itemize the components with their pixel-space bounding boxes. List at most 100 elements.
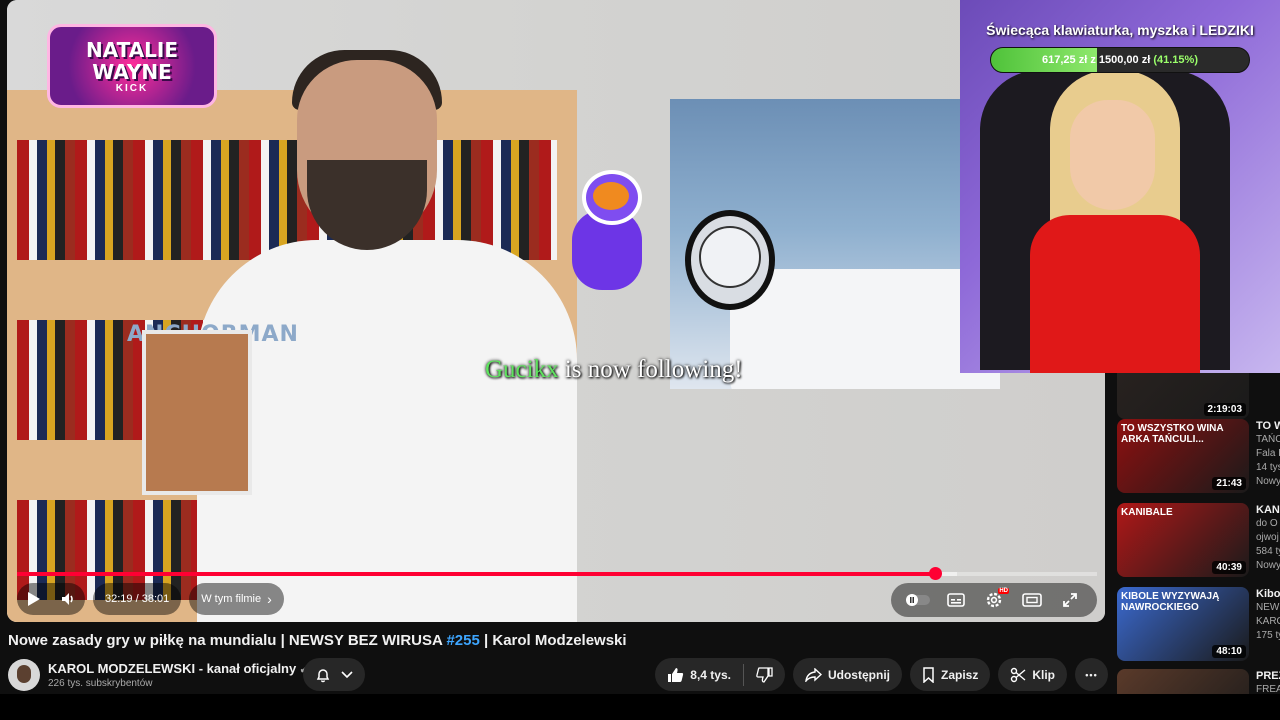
share-icon bbox=[805, 667, 822, 682]
recommended-meta: Kibol NEW KARO 175 ty bbox=[1256, 587, 1280, 643]
play-volume-group bbox=[17, 583, 85, 615]
notifications-button[interactable] bbox=[303, 658, 365, 691]
recommended-meta-line2: NEW bbox=[1256, 602, 1280, 613]
recommended-video[interactable]: MASZ MINU2:19:03Kana419 ty bbox=[1117, 373, 1280, 421]
shirt-print-image bbox=[142, 330, 252, 495]
bookmark-icon bbox=[923, 666, 934, 683]
goal-target: 1500,00 zł bbox=[1098, 54, 1151, 66]
webcam-streamer-face bbox=[1070, 100, 1155, 210]
subtitles-icon bbox=[947, 593, 965, 607]
autoplay-toggle-icon bbox=[906, 594, 930, 606]
time-total: 38:01 bbox=[141, 593, 170, 605]
presenter-shirt bbox=[197, 240, 577, 622]
clip-label: Klip bbox=[1032, 667, 1055, 682]
more-actions-button[interactable]: ••• bbox=[1075, 658, 1108, 691]
follow-alert: Gucikx is now following! bbox=[485, 356, 743, 384]
recommended-meta-line4: 584 ty bbox=[1256, 546, 1280, 557]
channel-row: KAROL MODZELEWSKI - kanał oficjalny ✔ 22… bbox=[8, 658, 1108, 692]
recommended-meta-title: PREZ bbox=[1256, 670, 1280, 682]
recommended-video[interactable]: TO WSZYSTKO WINA ARKA TAŃCULI... 21:43 TO … bbox=[1117, 419, 1280, 495]
recommended-meta: KANI do O ojwoj 584 ty Nowy bbox=[1256, 503, 1280, 573]
like-button[interactable]: 8,4 tys. bbox=[655, 658, 743, 691]
recommended-meta-title: Kibol bbox=[1256, 588, 1280, 600]
donation-goal-text: 617,25 zł z 1500,00 zł (41.15%) bbox=[991, 48, 1249, 72]
video-duration: 48:10 bbox=[1212, 645, 1246, 658]
channel-name: KAROL MODZELEWSKI - kanał oficjalny bbox=[48, 661, 297, 676]
presenter-beard bbox=[307, 160, 427, 250]
recommended-video[interactable]: KANIBALE 40:39 KANI do O ojwoj 584 ty Nowy bbox=[1117, 503, 1280, 579]
settings-button[interactable]: HD bbox=[977, 585, 1011, 615]
follow-alert-user: Gucikx bbox=[485, 356, 559, 383]
volume-button[interactable] bbox=[51, 584, 85, 614]
theater-mode-button[interactable] bbox=[1015, 585, 1049, 615]
autoplay-toggle[interactable] bbox=[901, 585, 935, 615]
recommended-meta-line4: 175 ty bbox=[1256, 630, 1280, 641]
recommended-meta-line3: KARO bbox=[1256, 616, 1280, 627]
recommended-meta: PREZFREA bbox=[1256, 669, 1280, 697]
recommendations-sidebar: MASZ MINU2:19:03Kana419 tyTO WSZYSTKO WI… bbox=[1117, 373, 1280, 720]
donation-goal-title: Świecąca klawiaturka, myszka i LEDZIKI bbox=[986, 22, 1254, 38]
recommended-thumbnail[interactable]: MASZ MINU2:19:03 bbox=[1117, 373, 1249, 419]
dislike-button[interactable] bbox=[744, 658, 785, 691]
video-title-suffix: | Karol Modzelewski bbox=[479, 632, 627, 649]
save-button[interactable]: Zapisz bbox=[909, 658, 991, 691]
play-icon bbox=[28, 592, 40, 606]
thumbs-down-icon bbox=[756, 666, 773, 683]
follow-alert-text: is now following! bbox=[558, 356, 743, 383]
goal-of: z bbox=[1087, 54, 1099, 66]
stream-logo-line2: WAYNE bbox=[92, 60, 172, 84]
progress-scrubber[interactable] bbox=[929, 567, 942, 580]
subtitles-button[interactable] bbox=[939, 585, 973, 615]
volume-icon bbox=[62, 593, 73, 605]
time-separator: / bbox=[132, 593, 142, 605]
thumbnail-caption: TO WSZYSTKO WINA ARKA TAŃCULI... bbox=[1121, 423, 1224, 445]
stream-logo-line1: NATALIE bbox=[85, 38, 179, 62]
recommended-thumbnail[interactable]: TO WSZYSTKO WINA ARKA TAŃCULI... 21:43 bbox=[1117, 419, 1249, 493]
thumbnail-caption: KANIBALE bbox=[1121, 507, 1173, 518]
recommended-thumbnail[interactable]: KIBOLE WYZYWAJĄ NAWROCKIEGO 48:10 bbox=[1117, 587, 1249, 661]
bell-icon bbox=[316, 668, 330, 682]
save-label: Zapisz bbox=[940, 667, 979, 682]
player-controls-right: HD bbox=[891, 583, 1097, 617]
recommended-meta-line5: Nowy bbox=[1256, 476, 1280, 487]
thumbs-up-icon bbox=[668, 667, 684, 682]
recommended-meta: TO W TAŃC Fala H 14 tys Nowy bbox=[1256, 419, 1280, 489]
donation-goal-bar: 617,25 zł z 1500,00 zł (41.15%) bbox=[990, 47, 1250, 73]
astronaut-sticker-icon bbox=[547, 170, 677, 330]
video-player[interactable]: ANCHORMAN Gucikx is now following! NATAL… bbox=[7, 0, 1105, 622]
time-current: 32:19 bbox=[105, 593, 133, 605]
stream-logo: NATALIE WAYNE KICK bbox=[47, 24, 217, 108]
webcam-streamer-dress bbox=[1030, 215, 1200, 373]
video-duration: 40:39 bbox=[1212, 561, 1246, 574]
recommended-meta-title: KANI bbox=[1256, 504, 1280, 516]
channel-name-link[interactable]: KAROL MODZELEWSKI - kanał oficjalny ✔ bbox=[48, 661, 308, 676]
like-dislike-group: 8,4 tys. bbox=[655, 658, 785, 691]
goal-current: 617,25 zł bbox=[1042, 54, 1088, 66]
recommended-meta-title: TO W bbox=[1256, 420, 1280, 432]
stream-logo-line3: KICK bbox=[115, 83, 149, 94]
channel-avatar[interactable] bbox=[8, 659, 40, 691]
bottom-edge bbox=[0, 694, 1280, 720]
player-controls-left: 32:19 / 38:01 W tym filmie › bbox=[17, 583, 284, 615]
recommended-meta-line3: Fala H bbox=[1256, 448, 1280, 459]
chapters-button[interactable]: W tym filmie › bbox=[189, 583, 284, 615]
clip-button[interactable]: Klip bbox=[998, 658, 1067, 691]
recommended-meta-line5: Nowy bbox=[1256, 560, 1280, 571]
chevron-down-icon bbox=[341, 670, 353, 678]
play-button[interactable] bbox=[17, 584, 51, 614]
hd-badge: HD bbox=[998, 588, 1009, 594]
share-label: Udostępnij bbox=[827, 667, 890, 682]
fullscreen-button[interactable] bbox=[1053, 585, 1087, 615]
chapters-label: W tym filmie bbox=[201, 593, 262, 605]
share-button[interactable]: Udostępnij bbox=[792, 658, 902, 691]
scissors-icon bbox=[1011, 667, 1026, 682]
video-hashtag-link[interactable]: #255 bbox=[446, 632, 479, 649]
recommended-thumbnail[interactable]: KANIBALE 40:39 bbox=[1117, 503, 1249, 577]
recommended-video[interactable]: KIBOLE WYZYWAJĄ NAWROCKIEGO 48:10 Kibol NEW… bbox=[1117, 587, 1280, 663]
recommended-meta-line3: ojwoj bbox=[1256, 532, 1279, 543]
more-horizontal-icon: ••• bbox=[1085, 669, 1098, 680]
progress-bar[interactable] bbox=[17, 567, 1097, 580]
alarm-clock-icon bbox=[685, 210, 775, 310]
youtube-watch-page: ANCHORMAN Gucikx is now following! NATAL… bbox=[0, 0, 1280, 720]
streamer-webcam: Świecąca klawiaturka, myszka i LEDZIKI 6… bbox=[960, 0, 1280, 373]
